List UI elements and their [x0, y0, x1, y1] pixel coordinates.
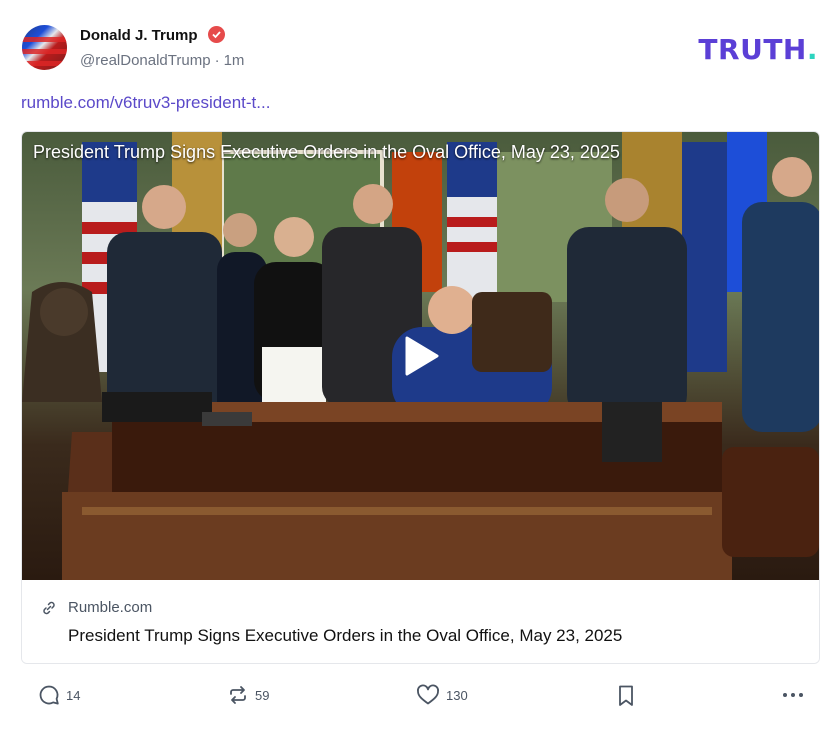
repost-count: 59: [255, 687, 270, 703]
post-time[interactable]: 1m: [224, 52, 245, 69]
post-actions: 14 59 130: [0, 684, 840, 714]
more-options-button[interactable]: [781, 684, 805, 706]
video-title: President Trump Signs Executive Orders i…: [33, 142, 620, 162]
reply-icon: [39, 685, 59, 705]
play-icon[interactable]: [405, 336, 439, 376]
video-thumbnail[interactable]: President Trump Signs Executive Orders i…: [22, 132, 819, 580]
logo-dot: .: [806, 33, 818, 66]
avatar[interactable]: [22, 25, 67, 70]
card-title[interactable]: President Trump Signs Executive Orders i…: [68, 626, 622, 646]
reply-button[interactable]: 14: [38, 684, 80, 706]
reply-count: 14: [66, 687, 81, 703]
like-icon: [417, 684, 439, 705]
handle-text[interactable]: @realDonaldTrump: [80, 52, 211, 69]
truth-logo[interactable]: TRUTH.: [698, 33, 818, 66]
like-count: 130: [446, 687, 468, 703]
author-name[interactable]: Donald J. Trump: [80, 26, 225, 44]
more-icon: [783, 693, 803, 697]
like-button[interactable]: 130: [416, 684, 468, 706]
post-link[interactable]: rumble.com/v6truv3-president-t...: [21, 93, 270, 113]
link-card[interactable]: President Trump Signs Executive Orders i…: [21, 131, 820, 664]
card-site: Rumble.com: [68, 599, 153, 616]
logo-text: TRUTH: [698, 33, 807, 66]
repost-icon: [230, 686, 246, 704]
link-icon: [43, 601, 55, 615]
author-name-text[interactable]: Donald J. Trump: [80, 27, 198, 44]
card-meta[interactable]: Rumble.com President Trump Signs Executi…: [22, 580, 819, 663]
verified-icon: [207, 26, 225, 43]
repost-button[interactable]: 59: [227, 684, 269, 706]
bookmark-button[interactable]: [616, 684, 636, 708]
author-handle: @realDonaldTrump · 1m: [80, 52, 244, 69]
bookmark-icon: [619, 685, 633, 706]
separator: ·: [214, 52, 220, 69]
